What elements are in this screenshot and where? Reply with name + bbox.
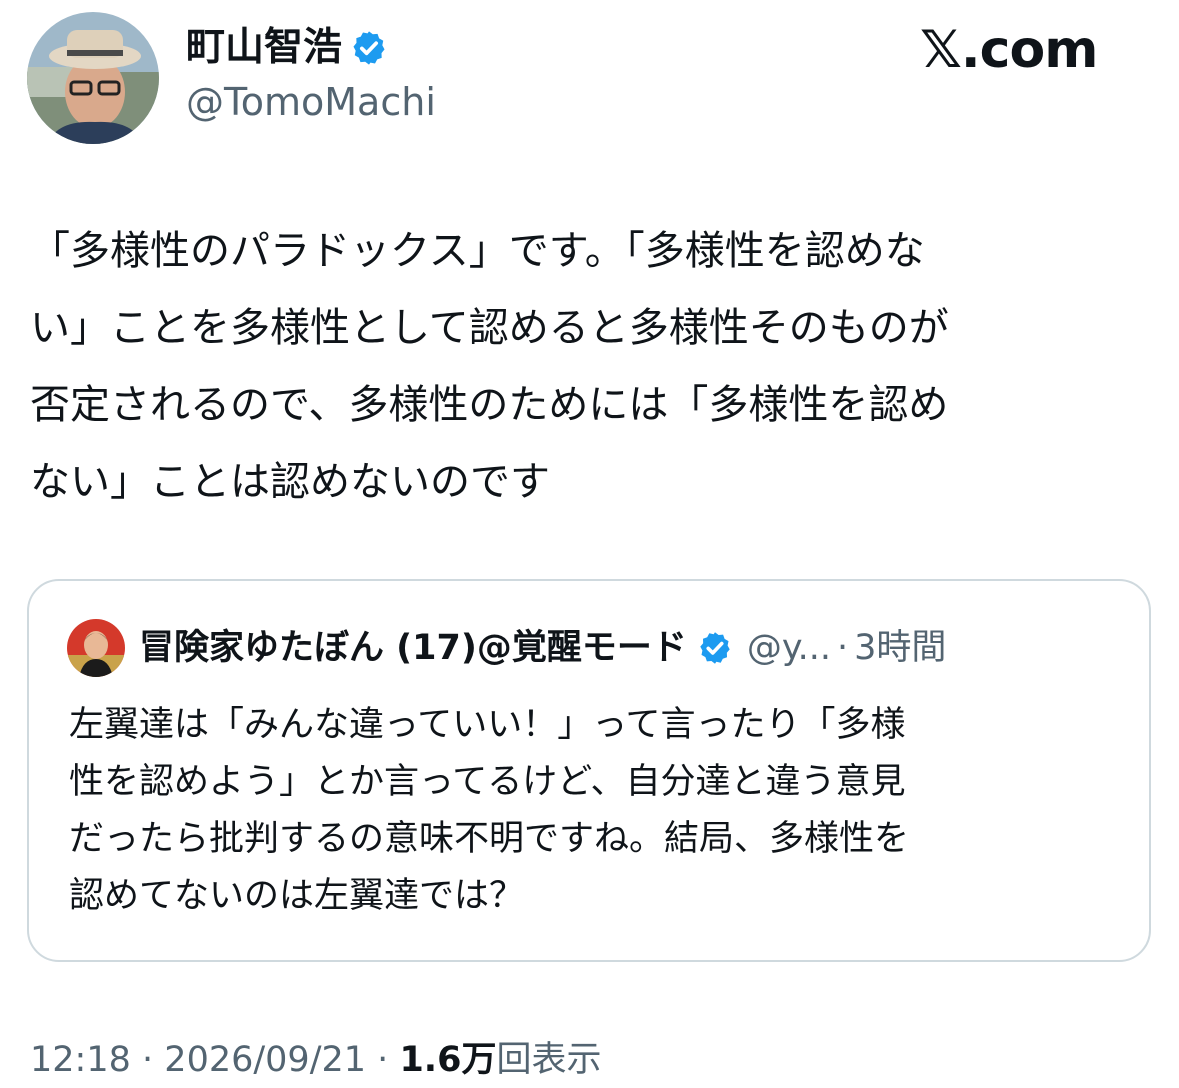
author-display-name[interactable]: 町山智浩 (186, 20, 342, 76)
view-count-label: 回表示 (496, 1040, 602, 1080)
quoted-tweet-text: 左翼達は「みんな違っていい！」って言ったり「多様 性を認めよう」とか言ってるけど… (69, 697, 909, 925)
tweet-text: 「多様性のパラドックス」です。「多様性を認めな い」ことを多様性として認めると多… (30, 213, 1140, 521)
author-name-row[interactable]: 町山智浩 (186, 20, 388, 76)
verified-badge-icon (350, 29, 388, 67)
quoted-tweet-line: だったら批判するの意味不明ですね。結局、多様性を (69, 819, 910, 859)
tweet-meta: 12:18 · 2026/09/21 · 1.6万回表示 (30, 1032, 601, 1088)
quoted-timestamp[interactable]: 3時間 (854, 620, 946, 676)
quoted-separator: · (837, 628, 849, 668)
meta-separator: · (377, 1040, 389, 1080)
quoted-tweet-line: 左翼達は「みんな違っていい！」って言ったり「多様 (69, 705, 906, 745)
quoted-tweet-line: 性を認めよう」とか言ってるけど、自分達と違う意見 (69, 762, 906, 802)
quoted-author-handle[interactable]: @y... (747, 620, 831, 676)
quoted-tweet-line: 認めてないのは左翼達では？ (69, 876, 525, 916)
quoted-author-name[interactable]: 冒険家ゆたぼん (17)@覚醒モード (139, 620, 687, 676)
tweet-line: 否定されるので、多様性のためには「多様性を認め (30, 382, 949, 428)
view-count: 1.6万 (399, 1040, 497, 1080)
tweet-line: い」ことを多様性として認めると多様性そのものが (30, 305, 949, 351)
quoted-tweet-header: 冒険家ゆたぼん (17)@覚醒モード @y... · 3時間 (67, 619, 946, 677)
meta-separator: · (142, 1040, 154, 1080)
quoted-author-avatar[interactable] (67, 619, 125, 677)
author-avatar[interactable] (27, 12, 159, 144)
tweet-time[interactable]: 12:18 (30, 1040, 131, 1080)
quoted-verified-badge-icon (697, 630, 733, 666)
tweet-date[interactable]: 2026/09/21 (164, 1040, 366, 1080)
tweet-line: 「多様性のパラドックス」です。「多様性を認めな (30, 228, 925, 274)
tweet-line: ない」ことは認めないのです (30, 459, 550, 505)
quoted-tweet-card[interactable]: 冒険家ゆたぼん (17)@覚醒モード @y... · 3時間 左翼達は「みんな違… (27, 579, 1151, 962)
author-handle[interactable]: @TomoMachi (186, 76, 436, 128)
x-logo: 𝕏.com (920, 20, 1098, 80)
